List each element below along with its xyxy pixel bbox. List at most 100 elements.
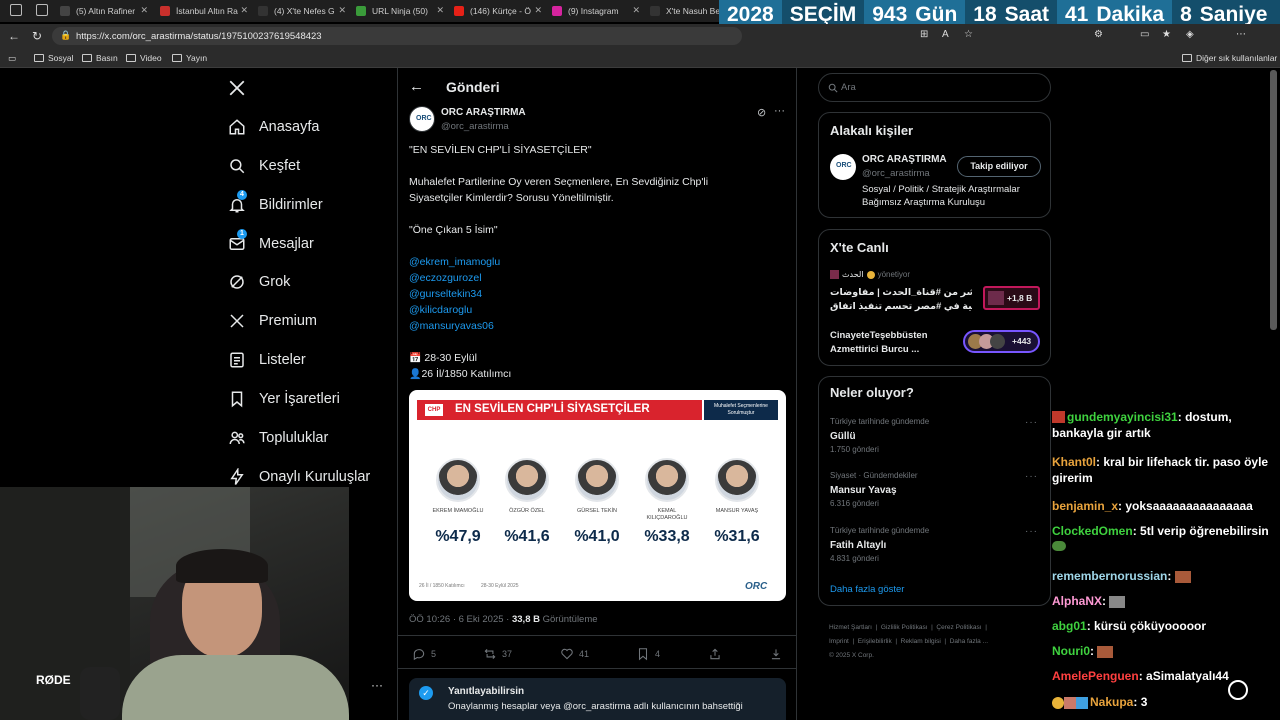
live-title-line[interactable]: مباشر من #قناة_الحدث | مفاوضات [830, 287, 972, 298]
post-timestamp[interactable]: ÖÖ 10:26 · 6 Eki 2025 · [409, 614, 509, 625]
live-title-line[interactable]: فنية في #مصر تحسم تنفيذ اتفاق ... [830, 301, 972, 312]
bookmark-yayin[interactable]: Yayın [172, 53, 207, 63]
tab-altin-rafineri[interactable]: (5) Altın Rafiner ✕ [60, 2, 152, 20]
trend-more-icon[interactable]: ··· [1025, 471, 1038, 482]
favorite-icon[interactable]: ☆ [964, 29, 973, 40]
following-button[interactable]: Takip ediliyor [957, 156, 1041, 177]
more-options-icon[interactable]: ··· [774, 105, 785, 117]
trend-title[interactable]: Fatih Altaylı [830, 540, 886, 551]
tab-title: (9) Instagram [568, 6, 619, 16]
trend-more-icon[interactable]: ··· [1025, 526, 1038, 537]
tab-istanbul-altin[interactable]: İstanbul Altın Ra ✕ [160, 2, 252, 20]
workspaces-icon[interactable] [10, 4, 22, 16]
download-button[interactable] [769, 647, 783, 661]
bookmark-label: Video [140, 53, 162, 63]
tab-x-nefes[interactable]: (4) X'te Nefes G ✕ [258, 2, 350, 20]
show-more-link[interactable]: Daha fazla göster [830, 584, 904, 595]
bookmarks-menu-icon[interactable]: ▭ [8, 53, 16, 64]
nav-item-bookmarks[interactable]: Yer İşaretleri [228, 387, 340, 411]
mention-link[interactable]: @gurseltekin34 [409, 288, 482, 300]
bookmark-sosyal[interactable]: Sosyal [34, 53, 74, 63]
nav-item-lists[interactable]: Listeler [228, 348, 306, 372]
live-title-line[interactable]: Azmettirici Burcu ... [830, 344, 919, 355]
nav-item-messages[interactable]: 1 Mesajlar [228, 229, 314, 256]
trend-more-icon[interactable]: ··· [1025, 417, 1038, 428]
x-logo-icon[interactable] [228, 79, 246, 97]
nav-item-label: Listeler [259, 352, 306, 368]
footer-link[interactable]: Çerez Politikası [936, 624, 981, 631]
tab-x-nasuh[interactable]: X'te Nasuh Bei [650, 2, 719, 20]
bookmark-button[interactable]: 4 [636, 647, 660, 661]
nav-item-explore[interactable]: Keşfet [228, 154, 300, 178]
like-button[interactable]: 41 [560, 647, 589, 661]
footer-link[interactable]: Imprint [829, 638, 849, 645]
nav-item-grok[interactable]: Grok [228, 270, 290, 294]
share-button[interactable] [708, 647, 722, 661]
mention-link[interactable]: @mansuryavas06 [409, 320, 494, 332]
live-listeners-badge[interactable]: +443 [963, 330, 1040, 353]
trend-title[interactable]: Güllü [830, 431, 856, 442]
tab-youtube[interactable]: (146) Kürtçe - Ö ✕ [454, 2, 546, 20]
nav-item-verified-orgs[interactable]: Onaylı Kuruluşlar [228, 465, 370, 489]
chat-text: aSimalatyalı44 [1146, 669, 1229, 683]
close-icon[interactable]: ✕ [534, 5, 542, 16]
footer-link[interactable]: Erişilebilirlik [858, 638, 892, 645]
repost-button[interactable]: 37 [483, 647, 512, 661]
nav-item-home[interactable]: Anasayfa [228, 115, 319, 139]
related-avatar[interactable]: ORC [830, 154, 856, 180]
live-host[interactable]: الحدث yönetiyor [830, 270, 910, 279]
split-screen-icon[interactable]: ▭ [1140, 29, 1149, 40]
nav-item-notifications[interactable]: 4 Bildirimler [228, 190, 323, 217]
trend-title[interactable]: Mansur Yavaş [830, 485, 897, 496]
read-aloud-icon[interactable]: A [942, 29, 949, 40]
grok-explain-icon[interactable]: ⊘ [757, 106, 766, 119]
page-scrollbar-thumb[interactable] [1270, 70, 1277, 330]
footer-link[interactable]: Reklam bilgisi [901, 638, 941, 645]
close-icon[interactable]: ✕ [436, 5, 444, 16]
live-title-line[interactable]: CinayeteTeşebbüsten [830, 330, 928, 341]
nav-item-communities[interactable]: Topluluklar [228, 426, 328, 450]
mention-link[interactable]: @ekrem_imamoglu [409, 256, 500, 268]
mention-link[interactable]: @kilicdaroglu [409, 304, 472, 316]
politician-name: ÖZGÜR ÖZEL [509, 508, 545, 514]
reload-icon[interactable]: ↻ [32, 29, 42, 43]
shield-icon[interactable]: ◈ [1186, 29, 1194, 40]
more-icon[interactable]: ⋯ [1236, 29, 1246, 40]
footer-link[interactable]: Hizmet Şartları [829, 624, 872, 631]
close-icon[interactable]: ✕ [338, 5, 346, 16]
nav-item-premium[interactable]: Premium [228, 309, 317, 333]
live-listeners-badge[interactable]: +1,8 B [983, 286, 1040, 310]
post-image[interactable]: CHP EN SEVİLEN CHP'Lİ SİYASETÇİLER Muhal… [409, 390, 786, 601]
related-name[interactable]: ORC ARAŞTIRMA [862, 154, 947, 165]
close-icon[interactable]: ✕ [140, 5, 148, 16]
related-handle[interactable]: @orc_arastirma [862, 168, 930, 179]
back-arrow-icon[interactable]: ← [409, 78, 424, 95]
search-box[interactable]: Ara [818, 73, 1051, 102]
footer-link[interactable]: Daha fazla ... [950, 638, 988, 645]
politician-photo [715, 458, 759, 502]
tab-title: (4) X'te Nefes G [274, 6, 335, 16]
reply-button[interactable]: 5 [412, 647, 436, 661]
tab-url-ninja[interactable]: URL Ninja (50) ✕ [356, 2, 448, 20]
footer-link[interactable]: Gizlilik Politikası [881, 624, 928, 631]
tab-actions-icon[interactable] [36, 4, 48, 16]
nav-item-label: Premium [259, 313, 318, 329]
bookmark-other[interactable]: Diğer sık kullanılanlar [1182, 53, 1277, 63]
author-handle[interactable]: @orc_arastirma [441, 121, 509, 132]
url-field[interactable]: 🔒 https://x.com/orc_arastirma/status/197… [52, 27, 742, 45]
extensions-icon[interactable]: ⊞ [920, 29, 928, 40]
bookmark-basin[interactable]: Basın [82, 53, 118, 63]
mention-link[interactable]: @eczozgurozel [409, 272, 482, 284]
author-avatar[interactable]: ORC [409, 106, 435, 132]
back-icon[interactable]: ← [8, 29, 20, 43]
tab-instagram[interactable]: (9) Instagram ✕ [552, 2, 644, 20]
repost-icon [484, 648, 496, 660]
close-icon[interactable]: ✕ [240, 5, 248, 16]
bookmark-video[interactable]: Video [126, 53, 162, 63]
author-name[interactable]: ORC ARAŞTIRMA [441, 107, 526, 118]
close-icon[interactable]: ✕ [632, 5, 640, 16]
nav-item-label: Mesajlar [259, 236, 314, 252]
settings-icon[interactable]: ⚙ [1094, 29, 1103, 40]
favorites-icon[interactable]: ★ [1162, 29, 1171, 40]
more-menu-icon[interactable]: ··· [371, 678, 383, 692]
